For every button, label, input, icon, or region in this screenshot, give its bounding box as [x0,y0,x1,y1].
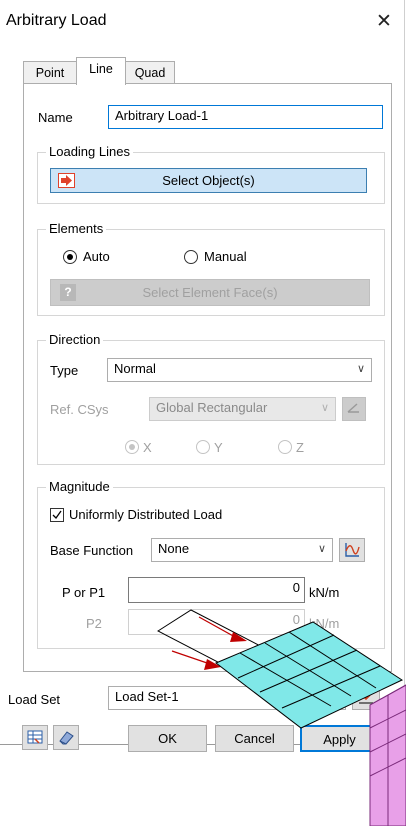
solid-mesh-block [369,684,406,826]
model-viewport-overlay [156,609,406,826]
tab-line[interactable]: Line [76,57,126,85]
